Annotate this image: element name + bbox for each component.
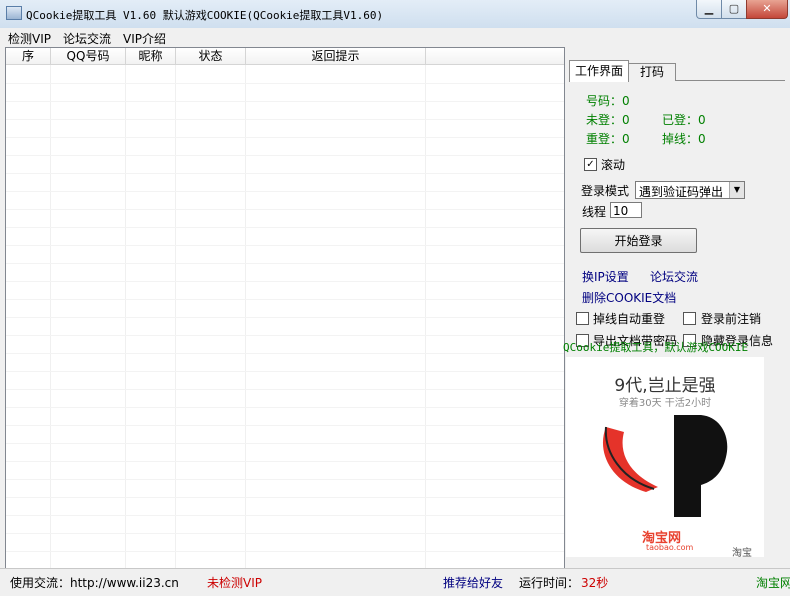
menu-check-vip[interactable]: 检测VIP [8,30,51,47]
menu-forum[interactable]: 论坛交流 [63,30,111,47]
column-header-status[interactable]: 状态 [176,48,246,65]
column-header-empty [426,48,564,65]
grid-row-line [6,83,564,84]
grid-row-line [6,389,564,390]
scroll-label: 滚动 [601,158,626,172]
grid-row-line [6,227,564,228]
runtime-label: 运行时间： [519,576,580,590]
column-header-qq[interactable]: QQ号码 [51,48,126,65]
grid-row-line [6,299,564,300]
title-bar: QCookie提取工具 V1.60 默认游戏COOKIE(QCookie提取工具… [0,0,790,29]
auto-relogin-checkbox[interactable] [576,312,589,325]
tab-captcha[interactable]: 打码 [628,63,676,81]
auto-relogin-label: 掉线自动重登 [593,312,666,326]
menu-vip-intro[interactable]: VIP介绍 [123,30,166,47]
recommend-link[interactable]: 推荐给好友 [443,574,503,591]
runtime-value: 32秒 [581,576,609,590]
ad-caption: QCookie提取工具，默认游戏COOKIE [563,341,749,354]
grid-row-line [6,479,564,480]
maximize-button[interactable]: ▢ [721,0,747,19]
login-mode-select[interactable]: 遇到验证码弹出 ▼ [635,181,745,199]
tab-work[interactable]: 工作界面 [569,60,629,82]
grid-row-line [6,443,564,444]
column-header-message[interactable]: 返回提示 [246,48,426,65]
tab-divider [675,80,785,81]
column-header-nickname[interactable]: 昵称 [126,48,176,65]
grid-row-line [6,461,564,462]
login-mode-value: 遇到验证码弹出 [639,185,724,199]
delete-cookie-link[interactable]: 删除COOKIE文档 [582,289,676,306]
grid-row-line [6,551,564,552]
window-title: QCookie提取工具 V1.60 默认游戏COOKIE(QCookie提取工具… [26,9,384,22]
grid-row-line [6,209,564,210]
grid-row-line [6,407,564,408]
logout-before-checkbox[interactable] [683,312,696,325]
ad-banner[interactable]: 9代,岂止是强 穿着30天 干活2小时 淘宝网 taobao.com 淘宝 [566,357,764,557]
contact-text[interactable]: 使用交流：http://www.ii23.cn [10,574,179,591]
stat-number: 号码：0 [586,94,630,108]
stat-dropped: 掉线：0 [662,132,706,146]
grid-row-line [6,263,564,264]
grid-row-line [6,425,564,426]
grid-row-line [6,515,564,516]
grid-row-line [6,191,564,192]
status-bar: 使用交流：http://www.ii23.cn 未检测VIP 推荐给好友 运行时… [0,568,790,596]
start-login-button[interactable]: 开始登录 [580,228,697,253]
menu-bar: 检测VIP 论坛交流 VIP介绍 [0,28,790,46]
grid-row-line [6,245,564,246]
grid-row-line [6,317,564,318]
thread-label: 线程 [582,205,607,219]
grid-row-line [6,281,564,282]
taobao-link[interactable]: 淘宝网 [756,574,790,591]
change-ip-link[interactable]: 换IP设置 [582,268,629,285]
scroll-checkbox[interactable]: ✓ [584,158,597,171]
ad-mini-text: 淘宝 [732,548,752,557]
close-button[interactable]: ✕ [746,0,788,19]
grid-row-line [6,119,564,120]
stat-relogin: 重登：0 [586,132,630,146]
grid-row-line [6,101,564,102]
grid-row-line [6,353,564,354]
app-icon [6,6,22,20]
grid-row-line [6,371,564,372]
grid-row-line [6,533,564,534]
grid-row-line [6,155,564,156]
grid-row-line [6,335,564,336]
work-panel: 工作界面 打码 号码：0 未登：0 已登：0 重登：0 掉线：0 ✓ 滚动 登录… [565,56,785,348]
stat-logged: 已登：0 [662,113,706,127]
grid-row-line [6,497,564,498]
grid-row-line [6,173,564,174]
column-header-index[interactable]: 序 [6,48,51,65]
minimize-button[interactable]: ▁ [696,0,722,19]
login-mode-label: 登录模式 [581,184,630,198]
chevron-down-icon[interactable]: ▼ [729,182,744,198]
vip-status: 未检测VIP [207,576,262,590]
ad-brand-url: taobao.com [646,543,694,552]
stat-not-logged: 未登：0 [586,113,630,127]
thread-input[interactable]: 10 [610,202,642,218]
grid-row-line [6,137,564,138]
account-list[interactable]: 序 QQ号码 昵称 状态 返回提示 [5,47,565,569]
logout-before-label: 登录前注销 [701,312,762,326]
forum-link[interactable]: 论坛交流 [650,268,698,285]
